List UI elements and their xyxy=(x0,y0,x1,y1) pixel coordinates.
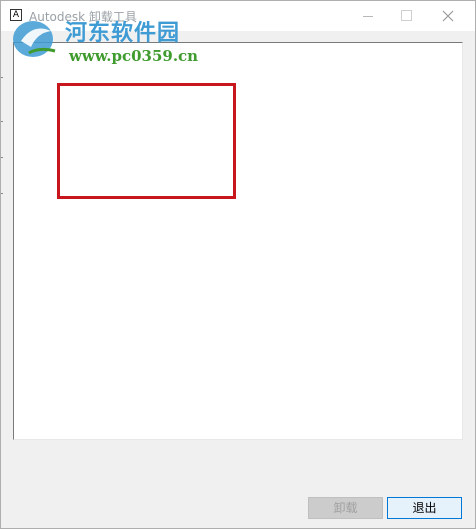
site-watermark: 河东软件园 www.pc0359.cn xyxy=(7,11,207,71)
close-icon[interactable] xyxy=(433,1,463,31)
watermark-url: www.pc0359.cn xyxy=(69,47,199,65)
watermark-logo-icon xyxy=(13,21,56,57)
minimize-icon[interactable] xyxy=(353,1,383,31)
highlight-annotation-box xyxy=(57,83,236,199)
watermark-site-name: 河东软件园 xyxy=(65,21,181,46)
maximize-icon[interactable] xyxy=(391,1,421,31)
uninstall-button[interactable]: 卸载 xyxy=(308,497,383,519)
exit-button[interactable]: 退出 xyxy=(387,497,462,519)
panel-edge-marks xyxy=(1,41,3,241)
uninstall-tool-window: A Autodesk 卸载工具 河东软件园 www.pc0359.cn 卸载 退… xyxy=(0,0,476,529)
